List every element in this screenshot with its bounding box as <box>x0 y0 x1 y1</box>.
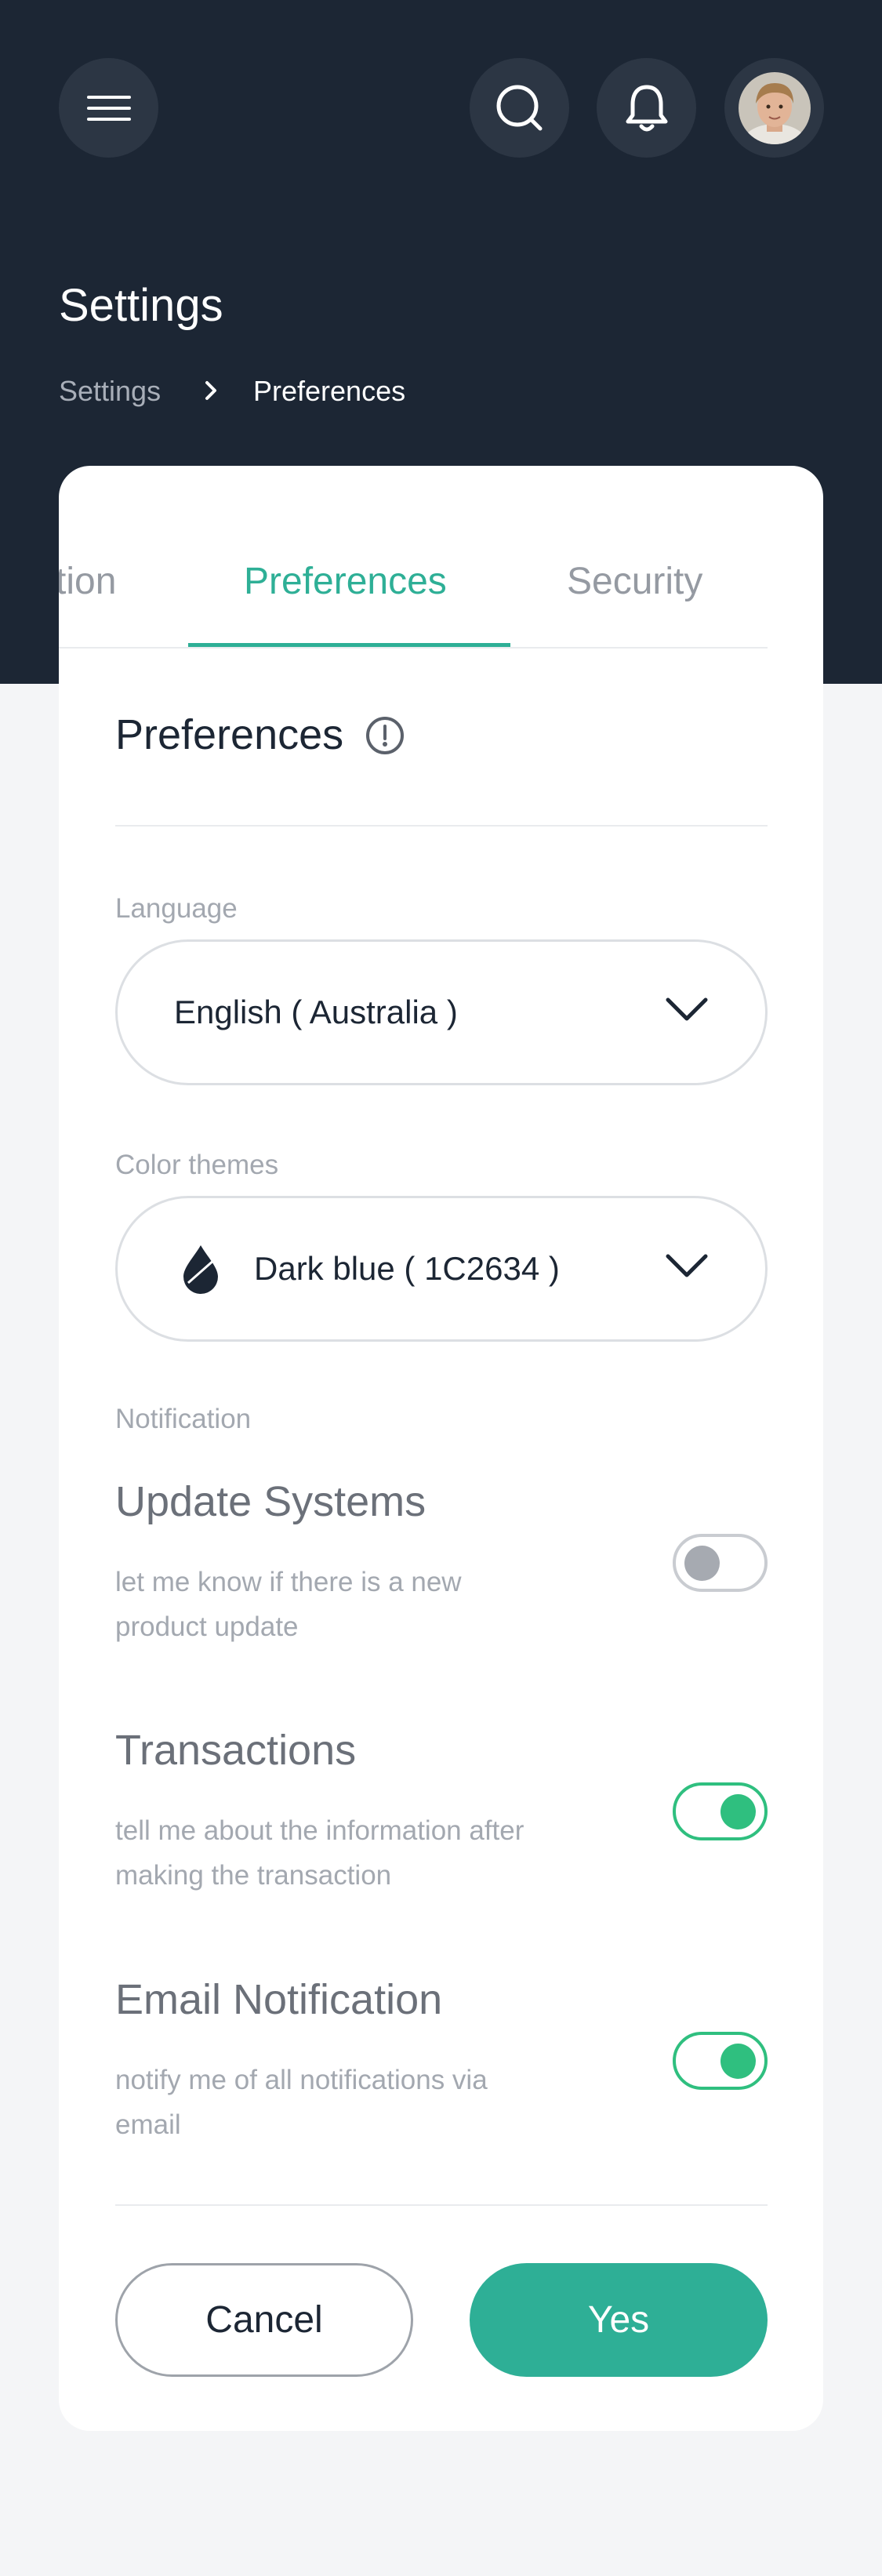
transactions-title: Transactions <box>115 1727 357 1774</box>
info-icon[interactable] <box>365 715 405 756</box>
section-title: Preferences <box>115 711 344 758</box>
breadcrumb-root[interactable]: Settings <box>59 375 161 408</box>
menu-button[interactable] <box>59 58 158 158</box>
notification-label: Notification <box>115 1404 252 1434</box>
tab-divider <box>59 647 768 649</box>
language-select[interactable]: English ( Australia ) <box>115 939 768 1085</box>
page-title: Settings <box>59 280 223 331</box>
language-value: English ( Australia ) <box>174 994 458 1030</box>
search-icon <box>496 85 542 130</box>
chevron-right-icon <box>205 381 216 400</box>
color-theme-value: Dark blue ( 1C2634 ) <box>254 1250 560 1287</box>
tab-preferences[interactable]: Preferences <box>244 560 447 603</box>
language-label: Language <box>115 893 238 924</box>
update-systems-toggle[interactable] <box>673 1534 768 1592</box>
color-drop-icon <box>183 1245 218 1294</box>
email-notification-toggle[interactable] <box>673 2032 768 2090</box>
toggle-knob <box>720 2044 756 2079</box>
toggle-knob <box>684 1546 720 1581</box>
email-notification-desc: notify me of all notifications via email <box>115 2065 488 2140</box>
user-avatar[interactable] <box>724 58 824 158</box>
toggle-knob <box>720 1794 756 1829</box>
hamburger-menu-icon <box>86 95 131 121</box>
breadcrumb-current: Preferences <box>253 375 406 407</box>
tab-security[interactable]: Security <box>567 560 702 603</box>
actions-divider <box>115 2204 768 2206</box>
update-systems-title: Update Systems <box>115 1478 426 1525</box>
section-divider <box>115 825 768 827</box>
yes-button[interactable]: Yes <box>470 2263 768 2377</box>
transactions-desc: tell me about the information after maki… <box>115 1815 524 1891</box>
tab-bar: tion Preferences Security <box>59 466 823 649</box>
cancel-button[interactable]: Cancel <box>115 2263 413 2377</box>
settings-card: tion Preferences Security Preferences La… <box>59 466 823 2431</box>
search-button[interactable] <box>470 58 569 158</box>
transactions-toggle[interactable] <box>673 1782 768 1840</box>
tab-notification[interactable]: tion <box>59 560 116 603</box>
avatar-image <box>738 71 811 144</box>
update-systems-desc: let me know if there is a new product up… <box>115 1567 462 1642</box>
color-theme-label: Color themes <box>115 1150 279 1180</box>
chevron-down-icon <box>666 997 708 1021</box>
chevron-down-icon <box>666 1254 708 1277</box>
color-theme-select[interactable]: Dark blue ( 1C2634 ) <box>115 1196 768 1342</box>
notifications-button[interactable] <box>597 58 696 158</box>
bell-icon <box>626 85 667 131</box>
email-notification-title: Email Notification <box>115 1976 443 2023</box>
